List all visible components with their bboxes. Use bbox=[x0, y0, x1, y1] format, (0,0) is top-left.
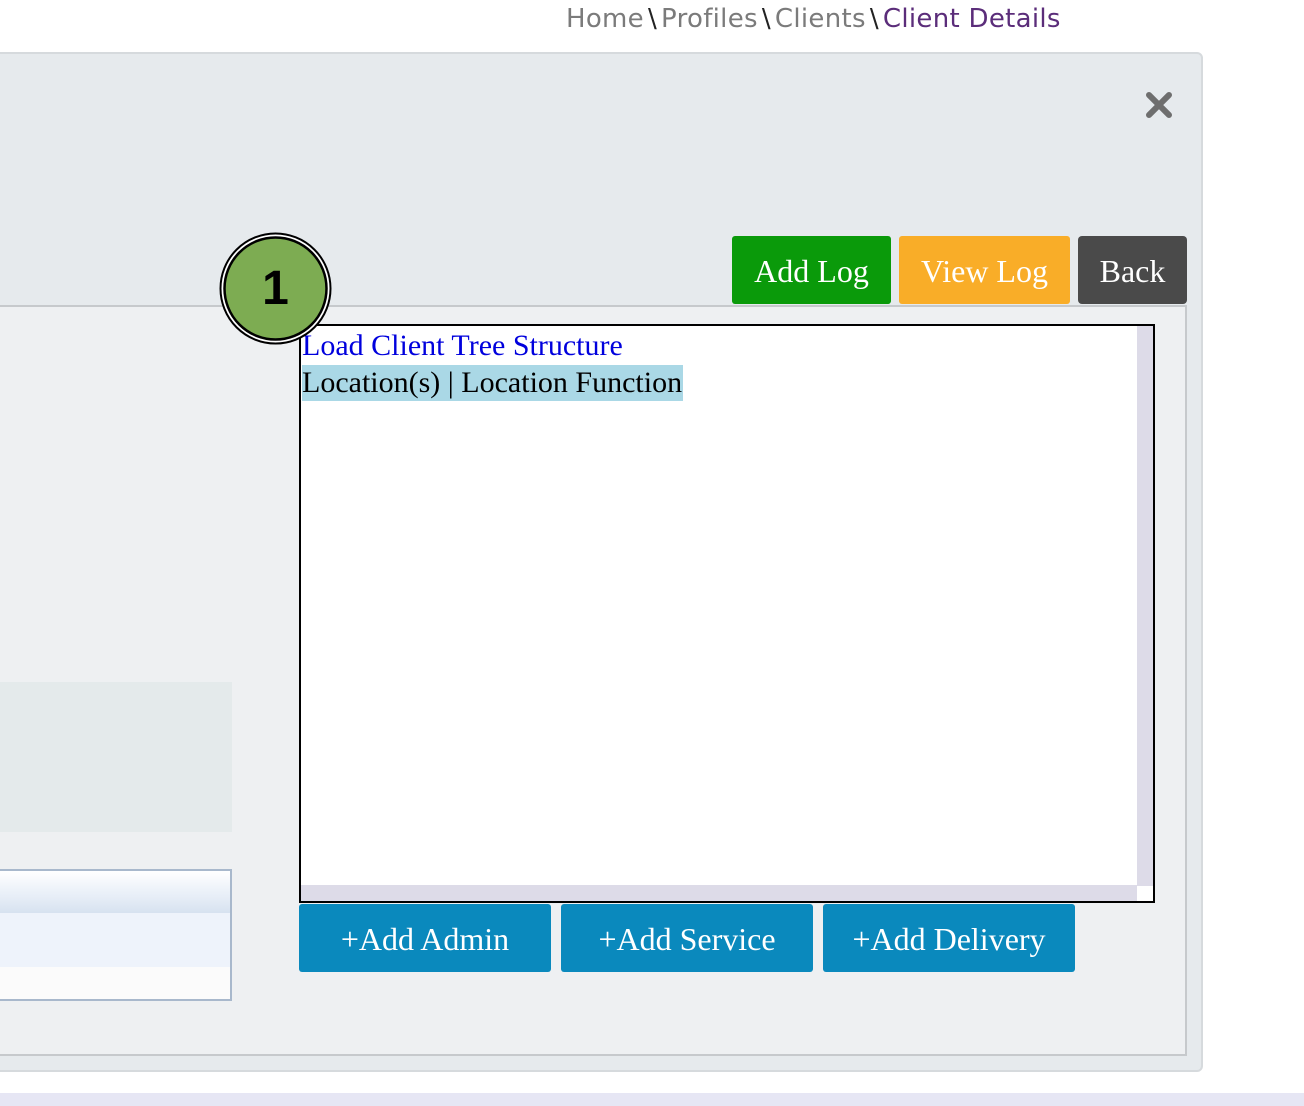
breadcrumb-clients[interactable]: Clients bbox=[775, 4, 866, 34]
data-table bbox=[0, 869, 232, 1001]
add-service-button[interactable]: +Add Service bbox=[561, 904, 813, 972]
breadcrumb-separator: \ bbox=[761, 4, 771, 34]
breadcrumb-separator: \ bbox=[647, 4, 658, 34]
info-box bbox=[0, 682, 232, 832]
add-delivery-button[interactable]: +Add Delivery bbox=[823, 904, 1075, 972]
horizontal-scrollbar[interactable] bbox=[301, 885, 1137, 901]
breadcrumb-current: Client Details bbox=[882, 4, 1061, 34]
close-button[interactable] bbox=[1144, 90, 1174, 120]
footer-strip bbox=[0, 1093, 1304, 1106]
close-icon bbox=[1146, 92, 1172, 118]
load-tree-link[interactable]: Load Client Tree Structure bbox=[302, 328, 623, 364]
add-log-button[interactable]: Add Log bbox=[732, 236, 891, 304]
breadcrumb: Home \ Profiles \ Clients \ Client Details bbox=[566, 4, 1061, 38]
back-button[interactable]: Back bbox=[1078, 236, 1187, 304]
client-tree-box[interactable]: Load Client Tree Structure Location(s) |… bbox=[299, 324, 1155, 903]
view-log-button[interactable]: View Log bbox=[899, 236, 1070, 304]
table-row[interactable] bbox=[0, 967, 230, 999]
vertical-scrollbar[interactable] bbox=[1137, 326, 1153, 886]
tree-item-locations[interactable]: Location(s) | Location Function bbox=[302, 365, 684, 401]
breadcrumb-home[interactable]: Home bbox=[566, 4, 644, 34]
breadcrumb-profiles[interactable]: Profiles bbox=[661, 4, 758, 34]
step-marker: 1 bbox=[219, 232, 332, 345]
add-admin-button[interactable]: +Add Admin bbox=[299, 904, 551, 972]
breadcrumb-separator: \ bbox=[869, 4, 879, 34]
step-number: 1 bbox=[262, 262, 289, 315]
table-header-row bbox=[0, 871, 230, 913]
table-row[interactable] bbox=[0, 913, 230, 969]
